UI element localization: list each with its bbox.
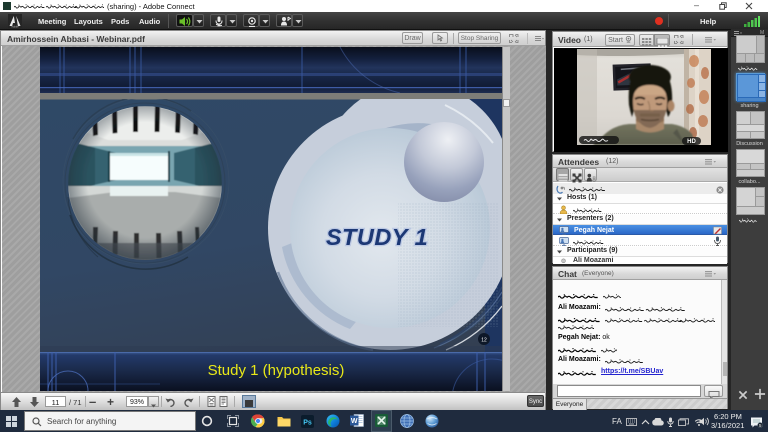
svg-text:Study 1 (hypothesis): Study 1 (hypothesis) (208, 362, 345, 379)
svg-text:Ps: Ps (303, 420, 312, 427)
svg-text:W: W (351, 418, 358, 425)
svg-text:Adobe: Adobe (11, 26, 19, 29)
svg-text:STUDY 1: STUDY 1 (326, 224, 428, 250)
svg-text:HD: HD (687, 139, 696, 145)
svg-text:12: 12 (481, 338, 487, 344)
